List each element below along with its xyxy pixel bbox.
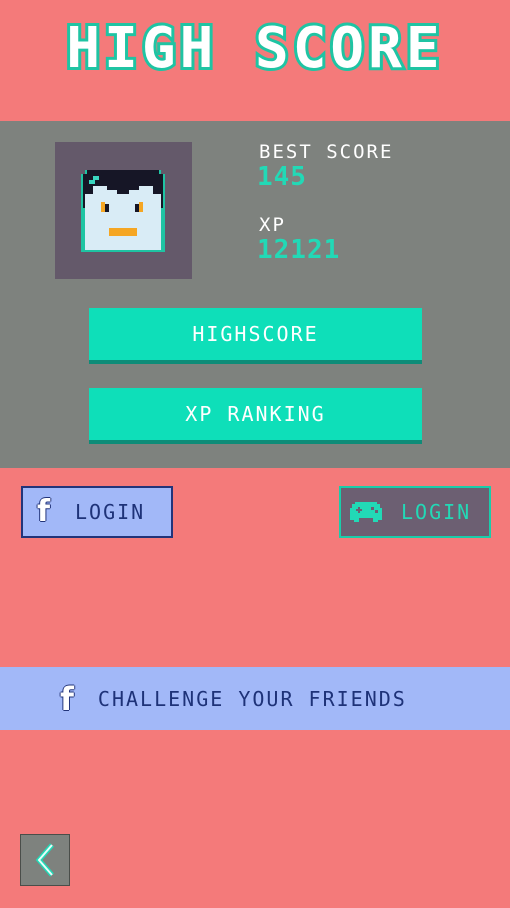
title-text: HIGH SCORE bbox=[66, 22, 443, 78]
best-score-label: BEST SCORE bbox=[259, 141, 394, 163]
challenge-friends-label: CHALLENGE YOUR FRIENDS bbox=[97, 686, 407, 711]
penguin-avatar-icon bbox=[81, 170, 165, 252]
gamepad-login-button[interactable]: LOGIN bbox=[339, 486, 491, 538]
xp-value: 12121 bbox=[257, 235, 341, 265]
facebook-icon: f bbox=[60, 679, 74, 718]
highscore-button[interactable]: HIGHSCORE bbox=[89, 308, 422, 360]
challenge-friends-button[interactable]: f CHALLENGE YOUR FRIENDS bbox=[0, 667, 510, 730]
back-button[interactable] bbox=[20, 834, 70, 886]
page-title: HIGH SCORE bbox=[0, 18, 510, 82]
facebook-login-button[interactable]: f LOGIN bbox=[21, 486, 173, 538]
best-score-value: 145 bbox=[257, 162, 307, 192]
chevron-left-icon bbox=[35, 843, 54, 877]
xp-label: XP bbox=[259, 214, 286, 236]
gamepad-login-label: LOGIN bbox=[401, 500, 472, 524]
facebook-login-label: LOGIN bbox=[75, 500, 146, 524]
facebook-icon: f bbox=[37, 494, 51, 529]
high-score-screen: HIGH SCORE BEST SCORE 145 XP 12121 HIGHS… bbox=[0, 0, 510, 908]
profile-panel: BEST SCORE 145 XP 12121 HIGHSCORE XP RAN… bbox=[0, 121, 510, 468]
avatar bbox=[55, 142, 192, 279]
title-graphic: HIGH SCORE bbox=[63, 22, 443, 78]
xp-ranking-button[interactable]: XP RANKING bbox=[89, 388, 422, 440]
gamepad-icon bbox=[350, 502, 382, 522]
